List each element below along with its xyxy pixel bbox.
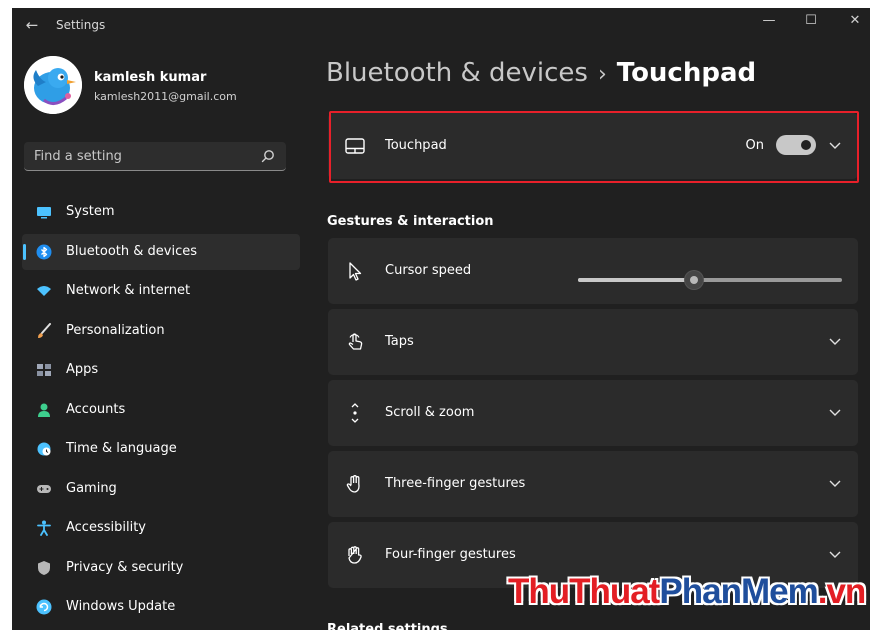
brush-icon [38,322,51,338]
touchpad-toggle[interactable] [776,135,816,155]
maximize-icon[interactable]: ☐ [796,10,826,32]
slider-thumb[interactable] [685,271,704,289]
update-icon [36,599,52,615]
apps-icon [37,364,51,376]
page-title: Touchpad [616,58,757,88]
minimize-icon[interactable]: — [754,10,784,32]
watermark-part-3: .vn [817,572,867,611]
setting-label: Taps [385,334,414,349]
sidebar-item-apps[interactable]: Apps [22,352,300,388]
app-title: Settings [56,18,106,32]
chevron-down-icon[interactable] [828,476,842,490]
accounts-icon [38,403,50,417]
user-email: kamlesh2011@gmail.com [94,90,237,103]
sidebar-item-windows-update[interactable]: Windows Update [22,589,300,625]
sidebar-item-label: Network & internet [66,283,191,298]
sidebar-item-label: Accessibility [66,520,146,535]
setting-row-scroll-zoom[interactable]: Scroll & zoom [328,380,858,446]
sidebar-item-accounts[interactable]: Accounts [22,392,300,428]
setting-row-taps[interactable]: Taps [328,309,858,375]
sidebar-item-label: Gaming [66,480,117,496]
close-icon[interactable]: ✕ [840,10,870,32]
touchpad-card[interactable]: Touchpad On [328,113,858,179]
sidebar-item-label: Accounts [66,401,126,417]
watermark-part-2: PhanMem [659,572,818,611]
slider-fill [578,278,695,282]
sidebar-item-label: Privacy & security [66,559,184,575]
user-profile[interactable]: kamlesh kumar kamlesh2011@gmail.com [22,56,292,118]
sidebar-item-label: Windows Update [66,599,176,614]
sidebar-item-system[interactable]: System [22,194,300,230]
cursor-speed-label: Cursor speed [385,263,472,278]
sidebar-item-gaming[interactable]: Gaming [22,471,300,507]
cursor-speed-slider[interactable] [578,270,842,290]
touchpad-icon [345,138,365,154]
scroll-icon [351,403,359,423]
cursor-icon [349,262,362,281]
breadcrumb: Bluetooth & devices › Touchpad [326,58,756,98]
gamepad-icon [37,484,51,493]
related-settings-heading: Related settings [327,622,448,630]
sidebar-item-personalization[interactable]: Personalization [22,313,300,349]
chevron-down-icon[interactable] [828,138,842,152]
watermark: ThuThuatPhanMem.vn [508,572,867,612]
sidebar-item-label: Time & language [66,441,177,456]
breadcrumb-parent[interactable]: Bluetooth & devices [326,58,588,88]
back-arrow-icon[interactable]: ← [22,15,42,35]
sidebar-item-time-language[interactable]: Time & language [22,431,300,467]
bird-avatar-icon [24,56,82,114]
sidebar-item-label: Apps [66,362,99,377]
tap-icon [348,333,363,350]
setting-row-three-finger[interactable]: Three-finger gestures [328,451,858,517]
system-icon [37,207,51,219]
sidebar-item-label: Personalization [66,322,165,338]
search-box[interactable] [24,142,286,171]
sidebar-item-network[interactable]: Network & internet [22,273,300,309]
user-name: kamlesh kumar [94,70,207,85]
network-icon [37,286,51,296]
setting-label: Three-finger gestures [385,476,526,491]
selection-indicator [23,243,26,260]
sidebar-item-bluetooth-devices[interactable]: Bluetooth & devices [22,233,300,270]
toggle-state-label: On [745,138,764,153]
avatar [24,56,82,114]
settings-window: ← Settings — ☐ ✕ kamlesh kumar kamlesh20… [12,8,870,630]
chevron-down-icon[interactable] [828,547,842,561]
three-finger-icon [346,475,360,493]
title-bar: ← Settings — ☐ ✕ [12,8,870,42]
chevron-down-icon[interactable] [828,405,842,419]
sidebar-nav: System Bluetooth & devices Network & int… [22,194,300,629]
shield-icon [38,560,50,575]
sidebar-item-label: Bluetooth & devices [66,243,197,259]
bluetooth-icon [36,244,52,259]
toggle-knob [801,140,811,150]
breadcrumb-separator: › [597,62,607,87]
four-finger-icon [348,546,362,564]
setting-label: Four-finger gestures [385,547,516,562]
chevron-down-icon[interactable] [828,334,842,348]
search-input[interactable] [24,142,264,170]
sidebar-item-label: System [66,204,115,219]
section-title: Gestures & interaction [327,214,494,229]
accessibility-icon [37,520,51,536]
sidebar-item-privacy-security[interactable]: Privacy & security [22,550,300,586]
watermark-part-1: ThuThuat [508,572,660,611]
touchpad-label: Touchpad [385,138,447,153]
setting-label: Scroll & zoom [385,405,475,420]
globe-icon [37,442,51,456]
search-icon[interactable] [260,148,276,164]
sidebar-item-accessibility[interactable]: Accessibility [22,510,300,546]
